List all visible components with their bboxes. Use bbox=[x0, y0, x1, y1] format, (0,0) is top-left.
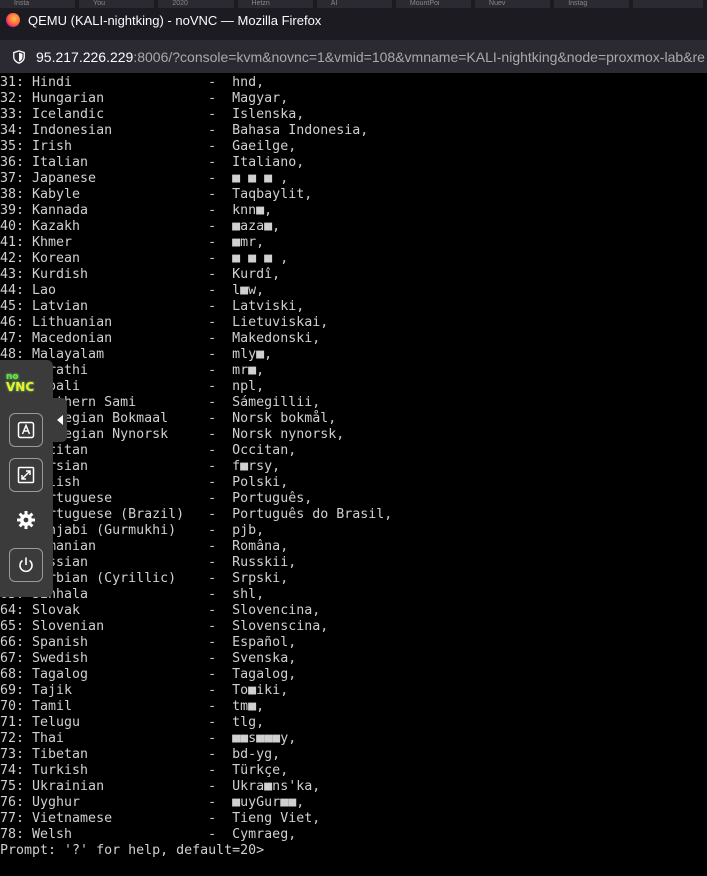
console-line: 38: Kabyle - Taqbaylit, bbox=[0, 187, 313, 202]
browser-tab[interactable]: Nuev bbox=[475, 0, 551, 8]
shield-icon[interactable] bbox=[12, 49, 26, 64]
console-line: 34: Indonesian - Bahasa Indonesia, bbox=[0, 123, 369, 138]
power-button[interactable] bbox=[9, 548, 43, 582]
console-line: 67: Swedish - Svenska, bbox=[0, 651, 297, 666]
console-line: 42: Korean - ■ ■ ■ , bbox=[0, 251, 289, 266]
console-line: 41: Khmer - ■mr, bbox=[0, 235, 265, 250]
console-line: 39: Kannada - knn■, bbox=[0, 203, 273, 218]
console-line: 75: Ukrainian - Ukra■ns'ka, bbox=[0, 779, 321, 794]
browser-tab[interactable]: Insta bbox=[0, 0, 76, 8]
browser-tab-bar: Insta You 2020 Hetzn AI MountPoi Nuev Instag QE… bbox=[0, 0, 707, 40]
console-line: 76: Uyghur - ■uyGur■■, bbox=[0, 795, 305, 810]
keyboard-icon bbox=[17, 421, 35, 439]
console-line: 47: Macedonian - Makedonski, bbox=[0, 331, 321, 346]
logo-vnc: VNC bbox=[6, 380, 35, 394]
browser-tab[interactable]: AI bbox=[316, 0, 392, 8]
power-icon bbox=[19, 557, 33, 573]
browser-tab[interactable]: Instag bbox=[554, 0, 630, 8]
fullscreen-icon bbox=[17, 466, 35, 484]
console-line: 43: Kurdish - Kurdî, bbox=[0, 267, 281, 282]
console-line: 70: Tamil - tm■, bbox=[0, 699, 265, 714]
console-line: 69: Tajik - To■iki, bbox=[0, 683, 289, 698]
console-line: 73: Tibetan - bd-yg, bbox=[0, 747, 281, 762]
browser-tab[interactable]: You bbox=[79, 0, 155, 8]
console-line: 45: Latvian - Latviski, bbox=[0, 299, 305, 314]
console-line: 77: Vietnamese - Tieng Viet, bbox=[0, 811, 321, 826]
window-title-row: QEMU (KALI-nightking) - noVNC — Mozilla … bbox=[0, 8, 707, 32]
console-line: 66: Spanish - Español, bbox=[0, 635, 297, 650]
console-line: 72: Thai - ■■s■■■y, bbox=[0, 731, 297, 746]
browser-tab[interactable]: MountPoi bbox=[395, 0, 472, 8]
novnc-logo: no VNC bbox=[6, 372, 46, 394]
console-prompt[interactable]: Prompt: '?' for help, default=20> bbox=[0, 843, 264, 859]
tab-strip: Insta You 2020 Hetzn AI MountPoi Nuev Instag bbox=[0, 0, 707, 8]
console-line: 78: Welsh - Cymraeg, bbox=[0, 827, 297, 842]
console-line: 37: Japanese - ■ ■ ■ , bbox=[0, 171, 289, 186]
console-line: 31: Hindi - hnd, bbox=[0, 75, 265, 90]
console-line: 68: Tagalog - Tagalog, bbox=[0, 667, 297, 682]
console-line: 44: Lao - l■w, bbox=[0, 283, 265, 298]
console-line: 32: Hungarian - Magyar, bbox=[0, 91, 289, 106]
console-line: 40: Kazakh - ■aza■, bbox=[0, 219, 281, 234]
console-line: 36: Italian - Italiano, bbox=[0, 155, 305, 170]
console-line: 64: Slovak - Slovencina, bbox=[0, 603, 321, 618]
console-line: 46: Lithuanian - Lietuviskai, bbox=[0, 315, 329, 330]
browser-tab[interactable]: 2020 bbox=[158, 0, 234, 8]
browser-tab[interactable] bbox=[633, 0, 703, 8]
console-line: 58: Portuguese (Brazil) - Português do B… bbox=[0, 507, 393, 522]
console-line: 65: Slovenian - Slovenscina, bbox=[0, 619, 329, 634]
settings-button[interactable] bbox=[9, 503, 43, 537]
control-bar-handle[interactable] bbox=[53, 398, 67, 442]
console-line: 71: Telugu - tlg, bbox=[0, 715, 265, 730]
console-line: 35: Irish - Gaeilge, bbox=[0, 139, 297, 154]
firefox-icon bbox=[6, 13, 20, 27]
url-text[interactable]: 95.217.226.229:8006/?console=kvm&novnc=1… bbox=[36, 49, 705, 65]
browser-tab[interactable]: Hetzn bbox=[237, 0, 313, 8]
window-title: QEMU (KALI-nightking) - noVNC — Mozilla … bbox=[28, 12, 322, 28]
gear-icon bbox=[17, 511, 35, 529]
vnc-console[interactable]: 31: Hindi - hnd, 32: Hungarian - Magyar, 3… bbox=[0, 73, 707, 876]
console-line: 74: Turkish - Türkçe, bbox=[0, 763, 289, 778]
keyboard-button[interactable] bbox=[9, 413, 43, 447]
chevron-left-icon bbox=[57, 415, 63, 425]
address-bar[interactable]: 95.217.226.229:8006/?console=kvm&novnc=1… bbox=[0, 40, 707, 73]
url-path: :8006/?console=kvm&novnc=1&vmid=108&vmna… bbox=[133, 48, 705, 65]
url-host: 95.217.226.229 bbox=[36, 48, 134, 65]
console-line: 33: Icelandic - Islenska, bbox=[0, 107, 305, 122]
fullscreen-button[interactable] bbox=[9, 458, 43, 492]
novnc-control-bar: no VNC bbox=[0, 360, 53, 597]
